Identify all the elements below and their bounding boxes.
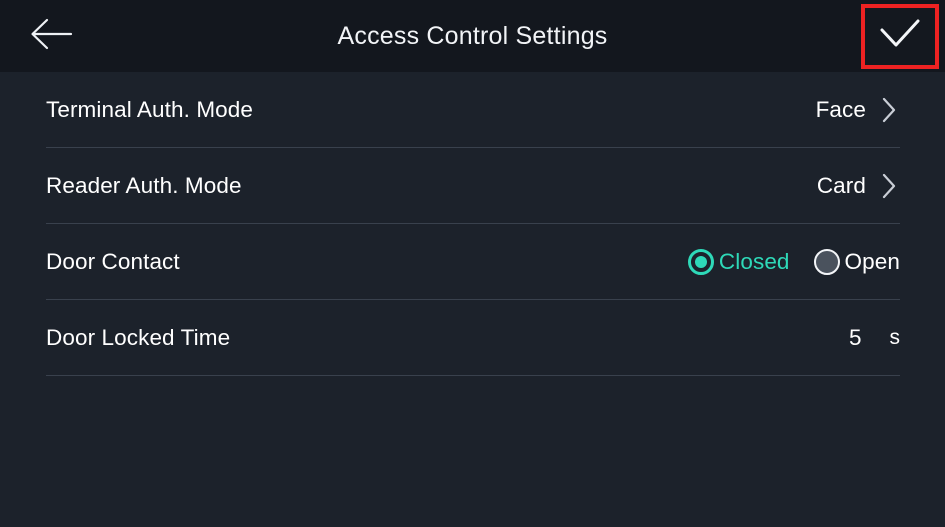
check-icon: [876, 17, 924, 56]
setting-label: Door Locked Time: [46, 325, 231, 350]
setting-value: Face: [815, 97, 866, 122]
radio-selected-icon: [687, 249, 714, 275]
setting-value: Card: [816, 173, 866, 198]
access-control-settings-screen: Access Control Settings Terminal Auth. M…: [0, 0, 945, 527]
door-locked-time-unit: s: [889, 326, 901, 349]
settings-list: Terminal Auth. Mode Face Reader Auth. Mo…: [0, 72, 945, 376]
app-header: Access Control Settings: [0, 0, 945, 72]
door-contact-radio-group: Closed Open: [687, 249, 900, 275]
radio-option-label: Open: [844, 249, 900, 274]
chevron-right-icon: [878, 95, 900, 125]
setting-row-terminal-auth-mode[interactable]: Terminal Auth. Mode Face: [0, 72, 945, 148]
radio-option-label: Closed: [718, 249, 790, 274]
setting-row-door-locked-time[interactable]: Door Locked Time 5 s: [0, 300, 945, 376]
radio-option-closed[interactable]: Closed: [687, 249, 790, 275]
confirm-button[interactable]: [861, 4, 939, 69]
row-divider: [46, 375, 900, 376]
setting-row-reader-auth-mode[interactable]: Reader Auth. Mode Card: [0, 148, 945, 224]
page-title: Access Control Settings: [337, 22, 608, 50]
chevron-right-icon: [878, 171, 900, 201]
door-locked-time-value[interactable]: 5: [846, 325, 862, 351]
radio-option-open[interactable]: Open: [813, 249, 900, 275]
radio-unselected-icon: [813, 249, 840, 275]
setting-label: Terminal Auth. Mode: [46, 97, 254, 122]
setting-label: Door Contact: [46, 249, 180, 274]
setting-label: Reader Auth. Mode: [46, 173, 242, 198]
setting-row-door-contact: Door Contact Closed Open: [0, 224, 945, 300]
